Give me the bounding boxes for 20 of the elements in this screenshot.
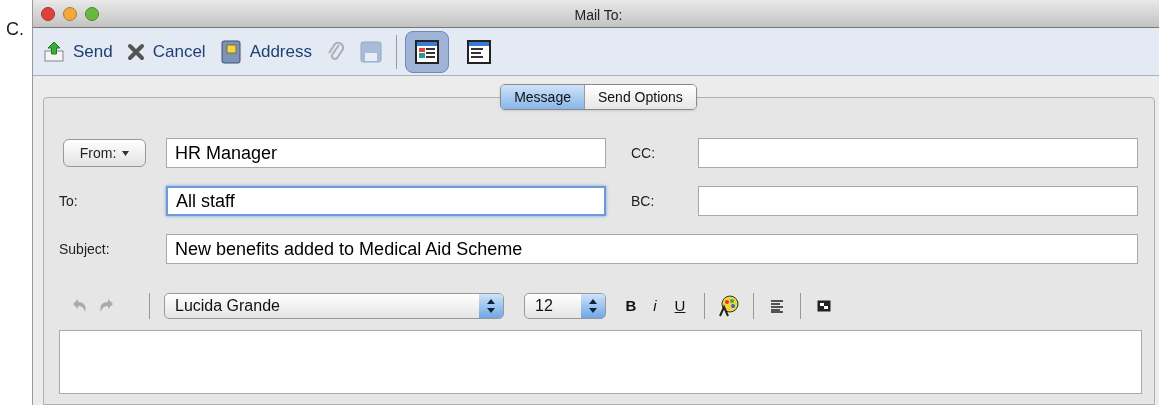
window-title: Mail To:: [574, 6, 623, 25]
address-button[interactable]: Address: [219, 38, 312, 65]
tab[interactable]: Message: [501, 85, 584, 109]
bold-button[interactable]: B: [620, 294, 642, 318]
send-button[interactable]: Send: [43, 38, 113, 65]
item-letter: C.: [6, 19, 24, 39]
input-field[interactable]: New benefits added to Medical Aid Scheme: [166, 234, 1138, 264]
font-dropdown[interactable]: Lucida Grande: [164, 293, 504, 319]
size-dropdown[interactable]: 12: [524, 293, 606, 319]
tab[interactable]: Send Options: [584, 85, 696, 109]
input-field[interactable]: HR Manager: [166, 138, 606, 168]
italic-button[interactable]: i: [642, 294, 668, 318]
underline-button[interactable]: U: [668, 294, 692, 318]
input-field[interactable]: All staff: [166, 186, 606, 216]
cancel-button[interactable]: Cancel: [126, 38, 206, 65]
field-label: CC:: [631, 143, 657, 163]
from-dropdown[interactable]: From:: [63, 139, 146, 167]
field-label: Subject:: [59, 239, 111, 259]
field-label: To:: [59, 191, 79, 211]
field-label: BC:: [631, 191, 656, 211]
